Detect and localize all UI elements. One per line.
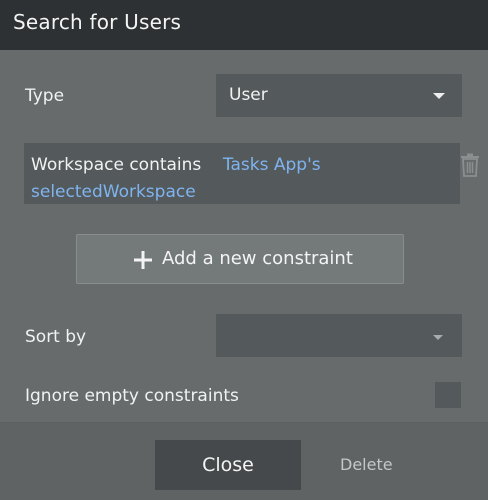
constraint-dynamic-source[interactable]: Tasks App's: [223, 155, 321, 175]
add-constraint-button[interactable]: Add a new constraint: [76, 234, 404, 284]
dialog-titlebar: Search for Users: [0, 0, 488, 50]
constraint-dynamic-value[interactable]: selectedWorkspace: [31, 182, 196, 202]
ignore-empty-checkbox[interactable]: [435, 382, 461, 408]
ignore-empty-label: Ignore empty constraints: [25, 386, 239, 406]
constraint-row[interactable]: Workspace contains Tasks App's selectedW…: [24, 143, 460, 204]
sort-by-label: Sort by: [25, 327, 87, 347]
type-dropdown-value: User: [229, 85, 268, 105]
plus-icon: [134, 251, 152, 269]
close-button-label: Close: [202, 454, 254, 476]
add-constraint-label: Add a new constraint: [162, 248, 353, 269]
constraint-expression[interactable]: Workspace contains Tasks App's selectedW…: [31, 152, 451, 206]
close-button[interactable]: Close: [155, 440, 301, 490]
type-dropdown[interactable]: User: [216, 74, 462, 117]
chevron-down-icon: [433, 335, 443, 340]
chevron-down-icon: [433, 93, 445, 99]
trash-icon[interactable]: [460, 153, 480, 177]
type-label: Type: [25, 86, 65, 106]
dialog-title: Search for Users: [13, 10, 182, 34]
sort-by-dropdown[interactable]: [216, 314, 462, 357]
delete-button[interactable]: Delete: [340, 455, 393, 474]
constraint-field: Workspace contains: [31, 155, 202, 175]
search-dialog: Search for Users Type User Workspace con…: [0, 0, 488, 500]
